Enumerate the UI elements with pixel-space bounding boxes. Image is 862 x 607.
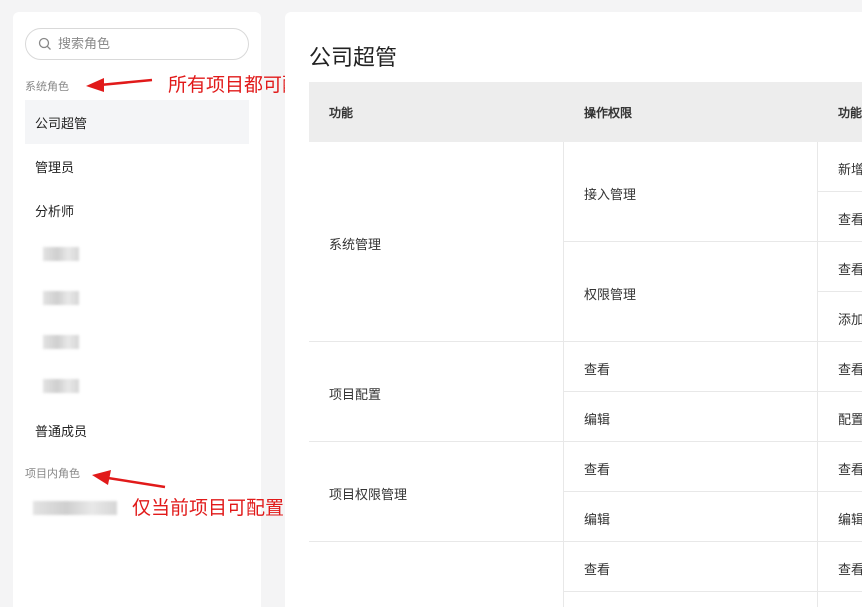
column-header-subfeature: 功能 (838, 106, 862, 120)
row-divider (309, 441, 862, 442)
permission-cell: 权限管理 (584, 288, 637, 303)
row-divider (563, 241, 862, 242)
permission-cell: 查看 (584, 463, 611, 478)
permission-cell: 编辑 (584, 513, 611, 528)
subfeature-cell: 配置 (838, 413, 862, 428)
subfeature-cell: 查看 (838, 363, 862, 378)
subfeature-cell: 查看 (838, 213, 862, 228)
permission-cell: 查看 (584, 563, 611, 578)
subfeature-cell: 查看 (838, 263, 862, 278)
subfeature-cell: 查看 (838, 563, 862, 578)
column-header-permission: 操作权限 (584, 106, 633, 120)
permission-cell: 接入管理 (584, 188, 637, 203)
permission-cell: 编辑 (584, 413, 611, 428)
row-divider (309, 341, 862, 342)
column-divider (563, 142, 564, 607)
project-roles-annotation: 仅当前项目可配置 (132, 497, 285, 519)
subfeature-cell: 新增 (838, 163, 862, 178)
row-divider (817, 291, 862, 292)
row-divider (309, 541, 862, 542)
subfeature-cell: 查看 (838, 463, 862, 478)
subfeature-cell: 添加 (838, 313, 862, 328)
permission-cell: 查看 (584, 363, 611, 378)
feature-cell: 系统管理 (329, 238, 382, 253)
row-divider (817, 191, 862, 192)
page-title: 公司超管 (309, 46, 398, 71)
table-header: 功能 操作权限 功能 (309, 82, 862, 142)
feature-cell: 项目配置 (329, 388, 382, 403)
subfeature-cell: 编辑 (838, 513, 862, 528)
main-panel: 公司超管 功能 操作权限 功能 系统管理 接入管理 新增 查看 权限管理 查看 … (285, 12, 862, 607)
row-divider (563, 591, 862, 592)
feature-cell: 项目权限管理 (329, 488, 408, 503)
arrow-icon (86, 78, 153, 92)
column-header-feature: 功能 (329, 106, 354, 120)
arrow-icon (92, 470, 166, 489)
row-divider (563, 391, 862, 392)
row-divider (563, 491, 862, 492)
column-divider (817, 142, 818, 607)
